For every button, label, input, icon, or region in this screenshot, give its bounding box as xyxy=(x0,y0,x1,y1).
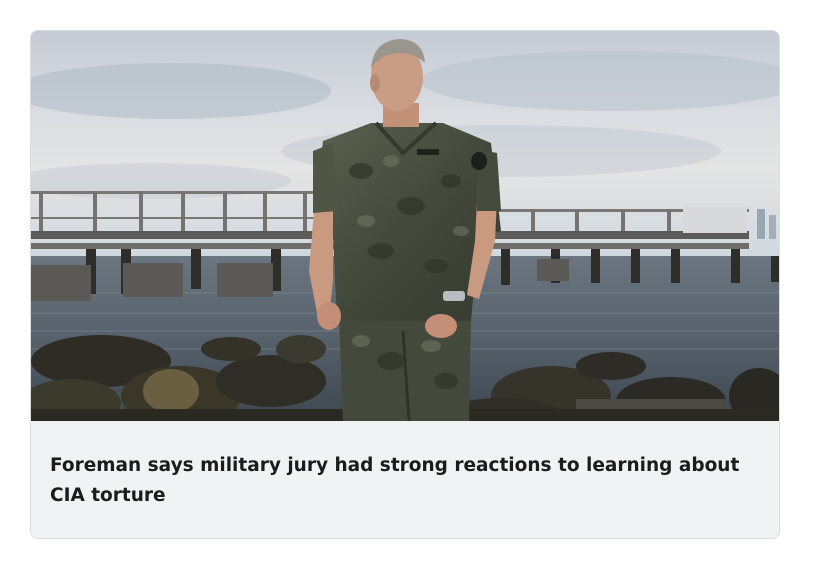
article-photo[interactable] xyxy=(31,31,779,421)
article-card[interactable]: Foreman says military jury had strong re… xyxy=(30,30,780,539)
article-caption: Foreman says military jury had strong re… xyxy=(31,421,779,538)
article-headline[interactable]: Foreman says military jury had strong re… xyxy=(50,451,770,511)
